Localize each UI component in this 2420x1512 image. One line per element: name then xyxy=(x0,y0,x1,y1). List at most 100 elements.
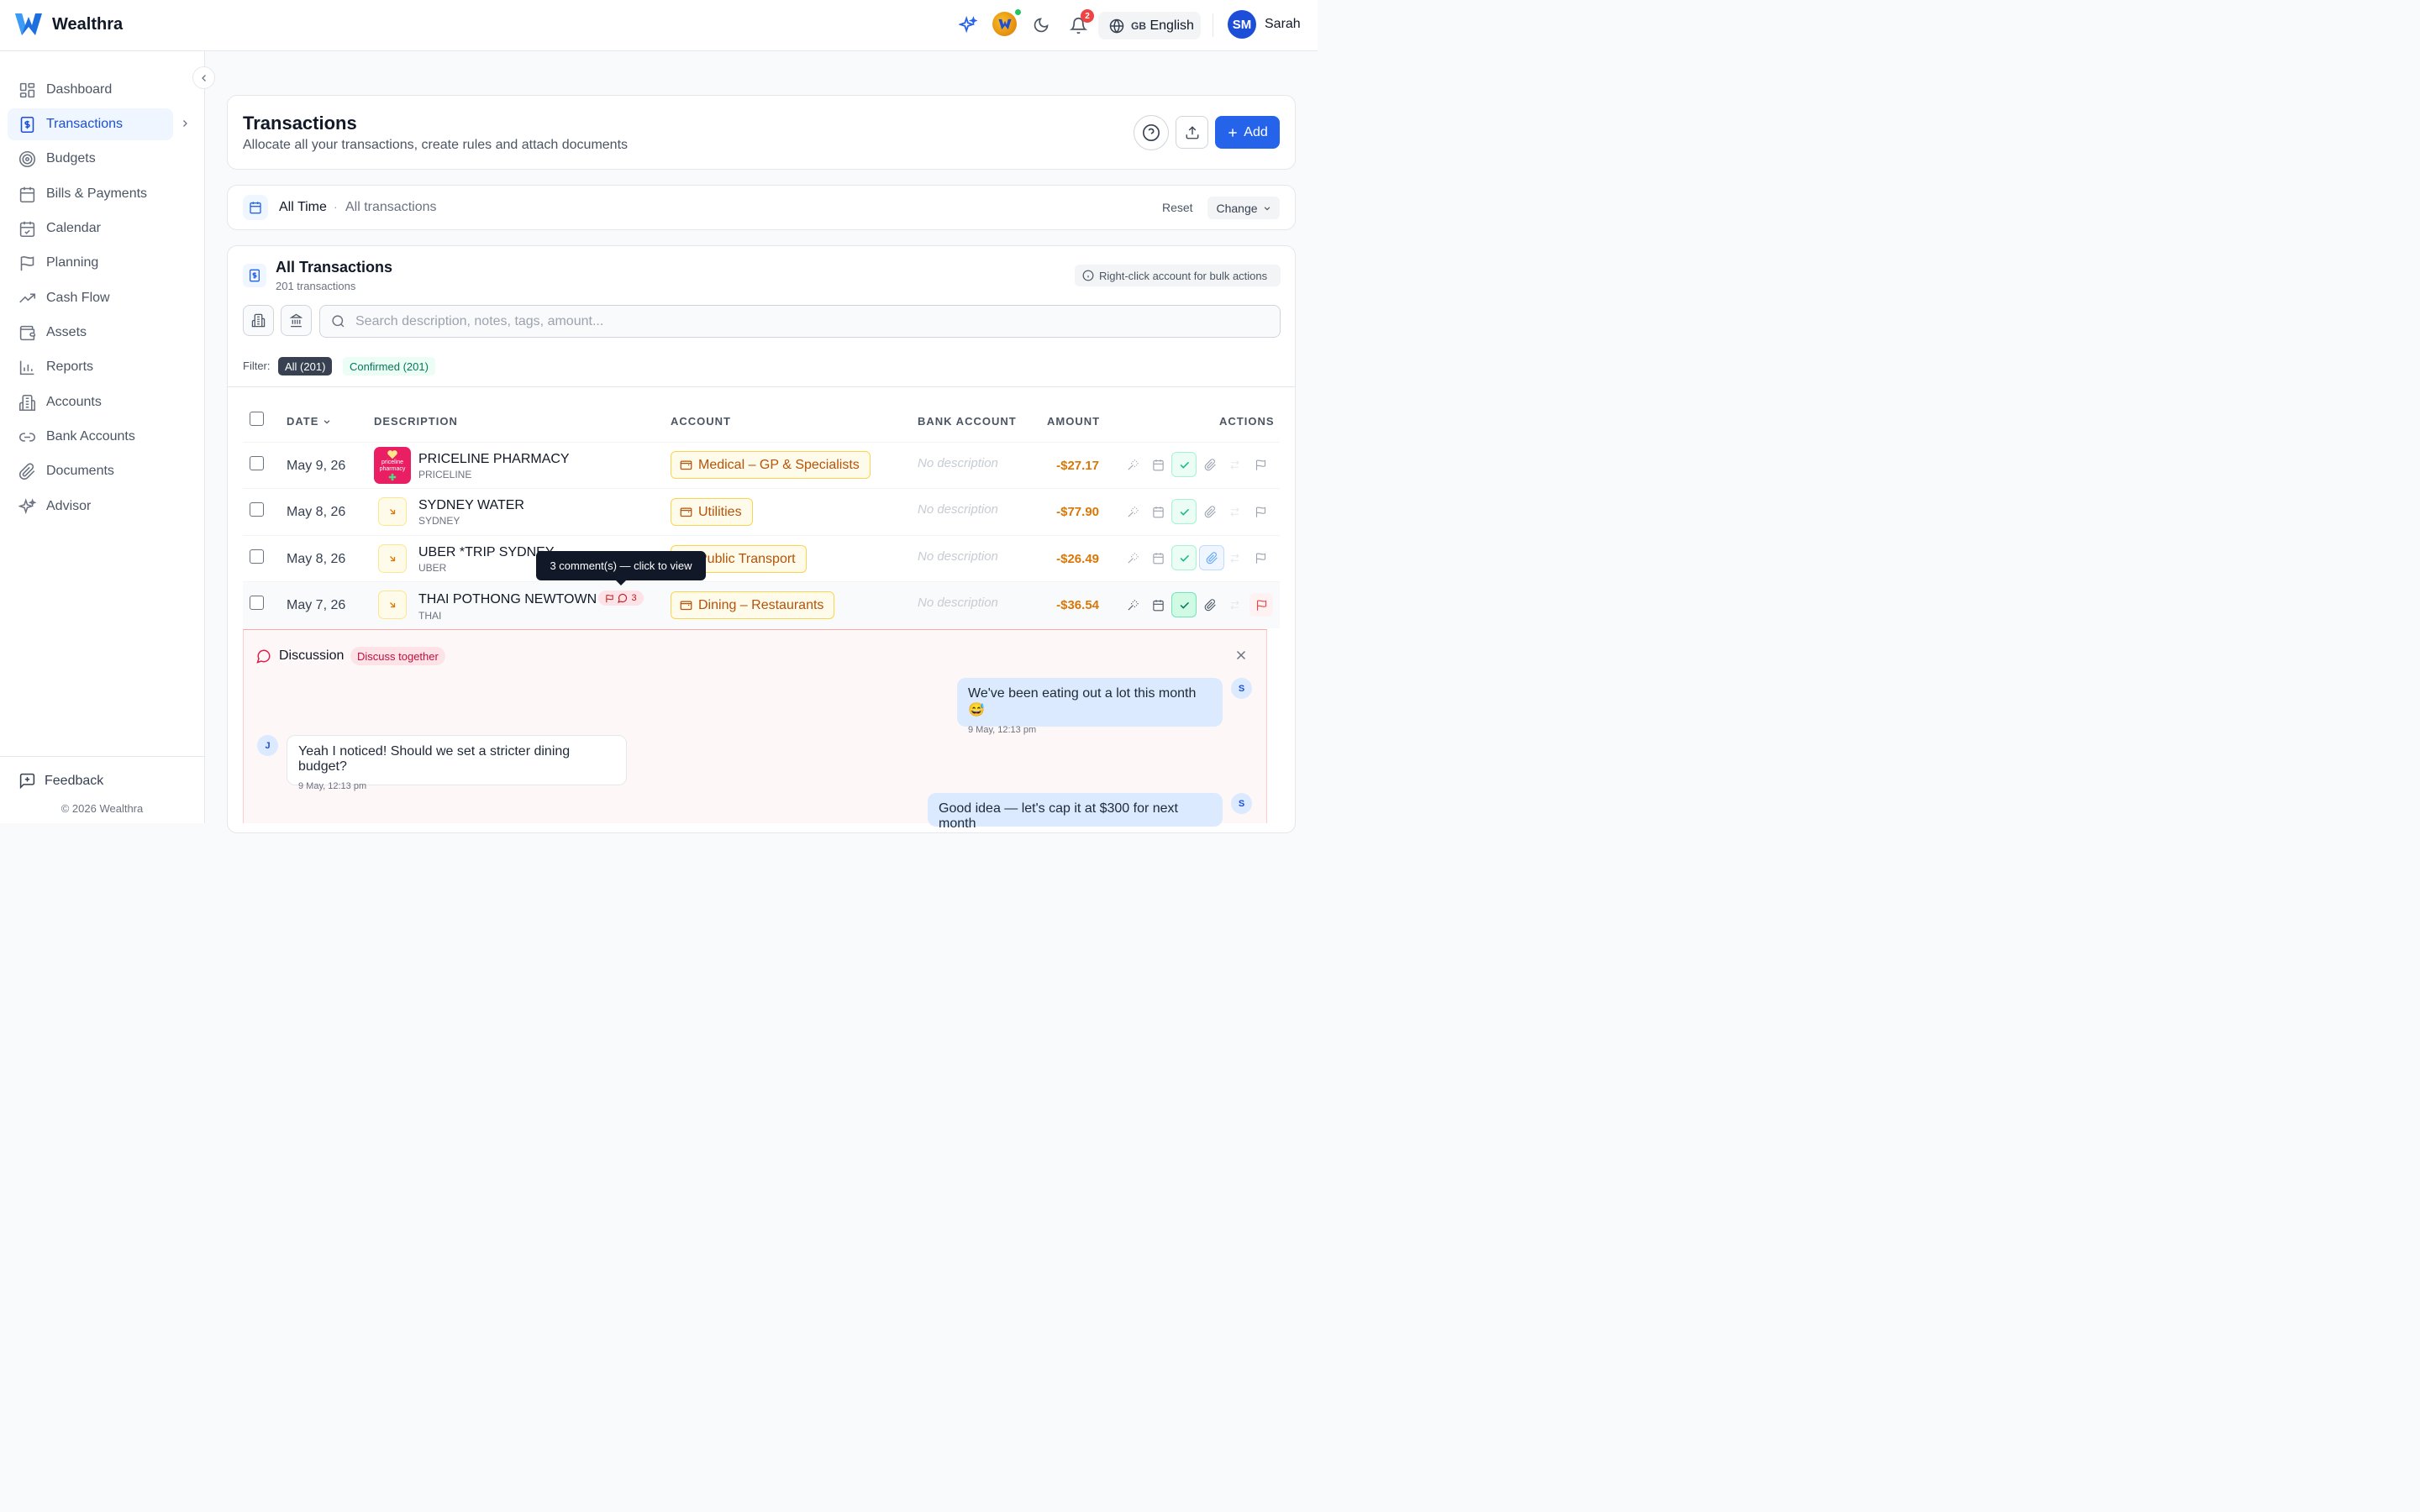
confirm-button[interactable] xyxy=(1171,545,1197,570)
paperclip-icon xyxy=(1204,598,1216,611)
schedule-button[interactable] xyxy=(1147,454,1169,475)
filter-banks-button[interactable] xyxy=(281,305,312,336)
filter-all-pill[interactable]: All (201) xyxy=(278,357,333,375)
row-description: THAI POTHONG NEWTOWN xyxy=(418,592,597,606)
collapse-sidebar-button[interactable] xyxy=(192,66,215,89)
row-divider xyxy=(243,442,1280,443)
language-selector[interactable]: GB English xyxy=(1098,12,1201,39)
select-all-checkbox[interactable] xyxy=(250,412,264,426)
row-checkbox[interactable] xyxy=(250,549,264,564)
message-bubble: Yeah I noticed! Should we set a stricter… xyxy=(287,735,627,791)
row-checkbox[interactable] xyxy=(250,596,264,610)
add-transaction-button[interactable]: Add xyxy=(1215,116,1280,149)
chat-bubble-icon xyxy=(256,649,271,664)
sidebar-item-bank-accounts[interactable]: Bank Accounts xyxy=(8,421,173,453)
auto-rule-button[interactable] xyxy=(1122,547,1144,569)
building-icon xyxy=(251,313,266,328)
change-period-button[interactable]: Change xyxy=(1207,197,1280,219)
search-bar[interactable] xyxy=(319,305,1281,338)
sidebar-item-label: Dashboard xyxy=(46,82,113,97)
attach-button[interactable] xyxy=(1199,454,1221,475)
account-label: Utilities xyxy=(698,504,742,519)
sidebar-item-label: Advisor xyxy=(46,499,92,513)
auto-rule-button[interactable] xyxy=(1122,454,1144,475)
flag-button[interactable] xyxy=(1249,454,1271,475)
user-menu[interactable]: SM Sarah xyxy=(1228,10,1301,39)
language-flag: GB xyxy=(1131,19,1146,32)
sidebar-item-documents[interactable]: Documents xyxy=(8,455,173,487)
auto-rule-button[interactable] xyxy=(1122,501,1144,522)
arrow-down-right-icon xyxy=(390,509,396,515)
sparkles-icon xyxy=(959,16,977,34)
confirm-button[interactable] xyxy=(1171,499,1197,524)
auto-rule-button[interactable] xyxy=(1122,594,1144,616)
sidebar-item-bills[interactable]: Bills & Payments xyxy=(8,178,173,210)
confirm-button[interactable] xyxy=(1171,592,1197,617)
wallet-icon xyxy=(680,601,692,611)
sidebar-item-advisor[interactable]: Advisor xyxy=(8,491,173,522)
upload-button[interactable] xyxy=(1176,116,1208,149)
user-avatar: SM xyxy=(1228,10,1256,39)
close-discussion-button[interactable] xyxy=(1234,648,1249,667)
sidebar-item-assets[interactable]: Assets xyxy=(8,317,173,349)
merchant-chip xyxy=(378,497,407,526)
attach-button[interactable] xyxy=(1199,594,1221,616)
sidebar-item-budgets[interactable]: Budgets xyxy=(8,143,173,175)
account-pill[interactable]: Utilities xyxy=(671,498,753,526)
flag-icon xyxy=(1255,506,1265,517)
sidebar-item-accounts[interactable]: Accounts xyxy=(8,386,173,418)
filter-accounts-button[interactable] xyxy=(243,305,274,336)
sidebar-item-reports[interactable]: Reports xyxy=(8,351,173,383)
period-calendar-chip[interactable] xyxy=(243,195,268,220)
search-input[interactable] xyxy=(355,313,1196,329)
confirm-button[interactable] xyxy=(1171,452,1197,477)
split-button[interactable] xyxy=(1223,594,1245,616)
trend-up-icon xyxy=(19,292,36,302)
paperclip-icon xyxy=(1204,458,1216,470)
column-header-date[interactable]: DATE xyxy=(287,415,331,428)
schedule-button[interactable] xyxy=(1147,594,1169,616)
schedule-button[interactable] xyxy=(1147,501,1169,522)
help-button[interactable] xyxy=(1134,115,1169,150)
add-button-label: Add xyxy=(1244,124,1268,139)
ai-sparkle-button[interactable] xyxy=(955,12,981,39)
building-icon xyxy=(18,394,36,411)
split-button[interactable] xyxy=(1223,501,1245,522)
row-divider xyxy=(243,488,1280,489)
row-checkbox[interactable] xyxy=(250,502,264,517)
flag-button[interactable] xyxy=(1249,501,1271,522)
dashboard-icon xyxy=(19,82,35,97)
sidebar-item-planning[interactable]: Planning xyxy=(8,247,173,279)
sidebar-item-calendar[interactable]: Calendar xyxy=(8,213,173,244)
feedback-button[interactable]: Feedback xyxy=(18,772,103,790)
flag-button[interactable] xyxy=(1249,593,1273,617)
check-icon xyxy=(1180,601,1189,609)
sparkles-icon xyxy=(18,497,36,514)
split-button[interactable] xyxy=(1223,547,1245,569)
flag-icon xyxy=(606,594,614,602)
dark-mode-toggle[interactable] xyxy=(1028,12,1055,39)
sidebar-item-cash-flow[interactable]: Cash Flow xyxy=(8,282,173,314)
row-checkbox[interactable] xyxy=(250,456,264,470)
app-logo[interactable]: Wealthra xyxy=(13,10,123,39)
logo-text-line2: pharmacy xyxy=(379,466,406,472)
sidebar-item-dashboard[interactable]: Dashboard xyxy=(8,74,173,106)
reset-period-button[interactable]: Reset xyxy=(1162,201,1193,214)
account-pill[interactable]: Dining – Restaurants xyxy=(671,591,835,619)
transaction-count: 201 transactions xyxy=(276,280,356,292)
filter-confirmed-pill[interactable]: Confirmed (201) xyxy=(343,357,435,375)
attach-button[interactable] xyxy=(1199,501,1221,522)
swap-icon xyxy=(1229,553,1239,563)
attach-button[interactable] xyxy=(1199,545,1224,570)
row-amount: -$77.90 xyxy=(1056,505,1099,519)
message-avatar: S xyxy=(1231,678,1252,699)
account-pill[interactable]: Medical – GP & Specialists xyxy=(671,451,871,479)
split-button[interactable] xyxy=(1223,454,1245,475)
sidebar-item-transactions[interactable]: Transactions xyxy=(8,108,173,140)
schedule-button[interactable] xyxy=(1147,547,1169,569)
rewards-coin-button[interactable] xyxy=(992,12,1017,36)
comment-count-badge[interactable]: 3 xyxy=(598,591,644,606)
dollar-receipt-icon xyxy=(250,269,260,282)
period-separator: · xyxy=(334,200,338,213)
flag-button[interactable] xyxy=(1249,547,1271,569)
